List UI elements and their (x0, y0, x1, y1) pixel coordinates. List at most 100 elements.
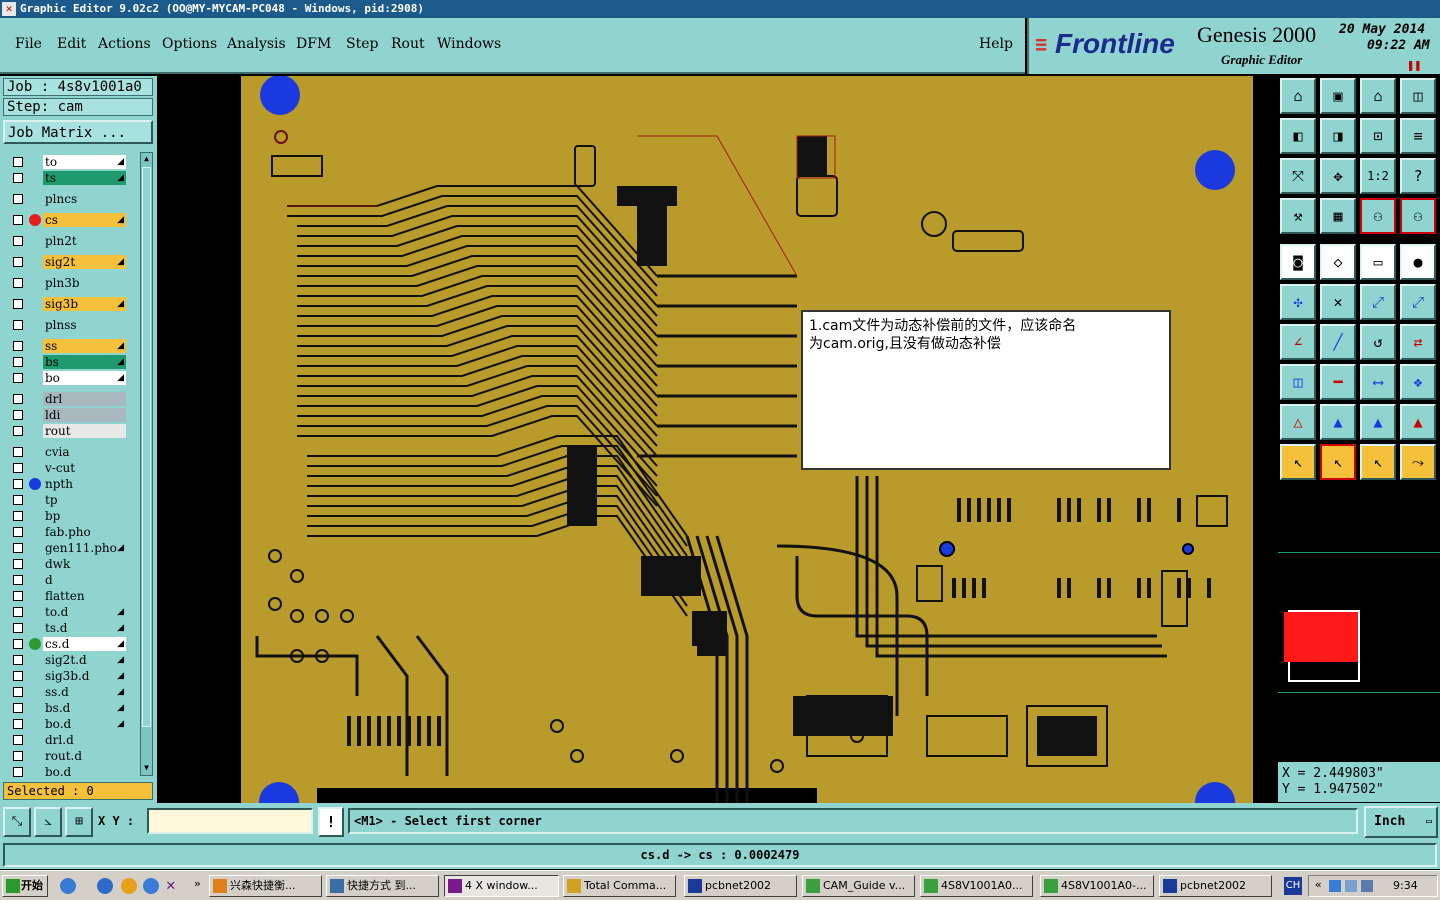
layer-row[interactable]: sig2t ◢ (3, 254, 140, 270)
layer-name[interactable]: to ◢ (43, 155, 126, 169)
zoom-fit-icon[interactable]: ⤧ (1280, 158, 1316, 194)
layer-checkbox[interactable] (13, 278, 23, 288)
layer-scrollbar[interactable]: ▲ ▼ (140, 152, 153, 776)
zoom-box-icon[interactable]: ⤡ (3, 807, 31, 837)
layer-checkbox[interactable] (13, 527, 23, 537)
layer-name[interactable]: fab.pho (43, 525, 126, 539)
layer-name[interactable]: bo ◢ (43, 371, 126, 385)
layer-row[interactable]: bo ◢ (3, 370, 140, 386)
layer-name[interactable]: sig3b.d ◢ (43, 669, 126, 683)
layer-row[interactable]: drl.d (3, 732, 140, 748)
layer-name[interactable]: d (43, 573, 126, 587)
layer-name[interactable]: ts.d ◢ (43, 621, 126, 635)
task-button[interactable]: Total Comma... (563, 875, 676, 897)
layer-row[interactable]: flatten (3, 588, 140, 604)
layer-name[interactable]: sig2t.d ◢ (43, 653, 126, 667)
layer-checkbox[interactable] (13, 215, 23, 225)
dimension-icon[interactable]: ⟷ (1360, 364, 1396, 400)
layer-row[interactable]: ts ◢ (3, 170, 140, 186)
layer-checkbox[interactable] (13, 495, 23, 505)
menu-options[interactable]: Options (162, 36, 217, 52)
snap-icon[interactable]: ⊡ (1360, 118, 1396, 154)
layer-row[interactable]: ts.d ◢ (3, 620, 140, 636)
layer-name[interactable]: rout.d (43, 749, 126, 763)
query-icon[interactable]: ? (1400, 158, 1436, 194)
menu-edit[interactable]: Edit (57, 36, 86, 52)
layer-row[interactable]: cs.d ◢ (3, 636, 140, 652)
layer-checkbox[interactable] (13, 735, 23, 745)
layer-checkbox[interactable] (13, 687, 23, 697)
pointer-area-icon[interactable]: ↖ (1360, 444, 1396, 480)
menu-file[interactable]: File (15, 36, 42, 52)
layer-checkbox[interactable] (13, 173, 23, 183)
mirror-icon[interactable]: ⇄ (1400, 324, 1436, 360)
task-button[interactable]: 兴森快捷衡... (209, 875, 322, 897)
shape-icon[interactable]: ◇ (1320, 244, 1356, 280)
layer-checkbox[interactable] (13, 655, 23, 665)
xwin-quick-icon[interactable]: ✕ (166, 875, 176, 894)
layer-row[interactable]: bs.d ◢ (3, 700, 140, 716)
job-matrix-button[interactable]: Job Matrix ... (3, 120, 153, 144)
layer-checkbox[interactable] (13, 719, 23, 729)
task-button[interactable]: pcbnet2002 (1159, 875, 1272, 897)
scroll-up-icon[interactable]: ▲ (142, 154, 151, 164)
triangle-4-icon[interactable]: ▲ (1400, 404, 1436, 440)
arc-icon[interactable]: ↺ (1360, 324, 1396, 360)
camera-icon[interactable]: ◙ (1280, 244, 1316, 280)
layer-row[interactable]: bp (3, 508, 140, 524)
layer-name[interactable]: pln3b (43, 276, 126, 290)
layer-checkbox[interactable] (13, 410, 23, 420)
task-button[interactable]: pcbnet2002 (684, 875, 797, 897)
layer-row[interactable]: plnss (3, 317, 140, 333)
layer-row[interactable]: fab.pho (3, 524, 140, 540)
stop-icon[interactable]: ● (1400, 244, 1436, 280)
layer-checkbox[interactable] (13, 341, 23, 351)
task-button[interactable]: 快捷方式 到... (326, 875, 439, 897)
menu-actions[interactable]: Actions (98, 36, 151, 52)
layer-checkbox[interactable] (13, 575, 23, 585)
layer-name[interactable]: ss ◢ (43, 339, 126, 353)
layer-row[interactable]: dwk (3, 556, 140, 572)
layer-name[interactable]: ss.d ◢ (43, 685, 126, 699)
layer-checkbox[interactable] (13, 543, 23, 553)
layer-checkbox[interactable] (13, 623, 23, 633)
layer-checkbox[interactable] (13, 703, 23, 713)
layer-row[interactable]: v-cut (3, 460, 140, 476)
hline-icon[interactable]: ━ (1320, 364, 1356, 400)
layer-row[interactable]: sig3b.d ◢ (3, 668, 140, 684)
net-highlight-icon[interactable]: ⚇ (1400, 198, 1436, 234)
layer-row[interactable]: cvia (3, 444, 140, 460)
layer-checkbox[interactable] (13, 751, 23, 761)
grid-snap-icon[interactable]: ⊞ (65, 807, 93, 837)
layer-name[interactable]: ldi (43, 408, 126, 422)
scroll-thumb[interactable] (142, 167, 151, 727)
layer-name[interactable]: v-cut (43, 461, 126, 475)
pointer-select-icon[interactable]: ↖ (1320, 444, 1356, 480)
xy-input[interactable] (147, 808, 313, 834)
layer-checkbox[interactable] (13, 320, 23, 330)
line-pad-2-icon[interactable]: ⤢ (1400, 284, 1436, 320)
layer-checkbox[interactable] (13, 767, 23, 777)
pointer-icon[interactable]: ↖ (1280, 444, 1316, 480)
layer-row[interactable]: sig3b ◢ (3, 296, 140, 312)
group-icon[interactable]: ❖ (1400, 364, 1436, 400)
layer-checkbox[interactable] (13, 463, 23, 473)
layer-checkbox[interactable] (13, 607, 23, 617)
warning-icon[interactable]: ! (318, 807, 344, 837)
layer-row[interactable]: ss ◢ (3, 338, 140, 354)
zoom-back-icon[interactable]: ⌂ (1360, 78, 1396, 114)
zoom-page-icon[interactable]: ▣ (1320, 78, 1356, 114)
triangle-icon[interactable]: △ (1280, 404, 1316, 440)
line-icon[interactable]: ╱ (1320, 324, 1356, 360)
layer-row[interactable]: tp (3, 492, 140, 508)
line-pad-icon[interactable]: ⤢ (1360, 284, 1396, 320)
more-icon[interactable]: » (194, 877, 201, 890)
task-button[interactable]: CAM_Guide v... (802, 875, 915, 897)
layer-row[interactable]: bo.d ◢ (3, 716, 140, 732)
layer-row[interactable]: bo.d (3, 764, 140, 780)
layer-checkbox[interactable] (13, 373, 23, 383)
layer-checkbox[interactable] (13, 511, 23, 521)
angle-icon[interactable]: ∠ (1280, 324, 1316, 360)
menu-dfm[interactable]: DFM (296, 36, 331, 52)
layer-checkbox[interactable] (13, 299, 23, 309)
